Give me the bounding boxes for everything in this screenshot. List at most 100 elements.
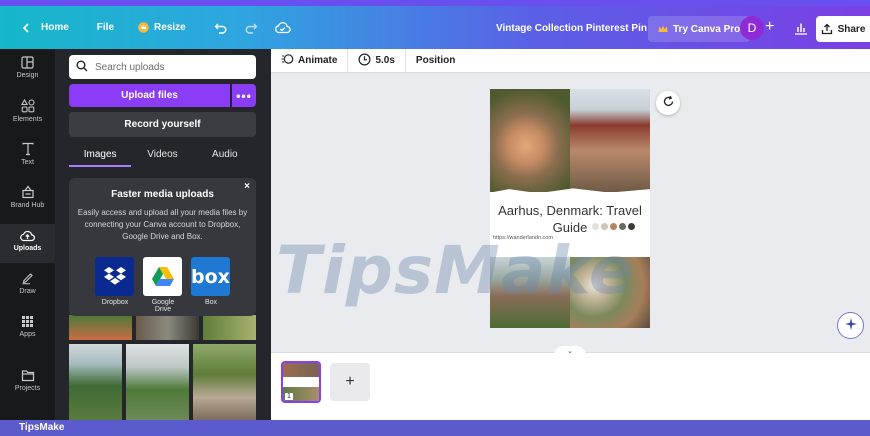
crown-icon [138,22,149,33]
undo-icon [214,22,228,34]
sidebar-item-label: Design [16,72,39,79]
dropbox-connect[interactable]: Dropbox [95,257,135,306]
resize-label: Resize [154,22,186,33]
palette-swatch [619,223,626,230]
sidebar-item-uploads[interactable]: Uploads [0,224,55,263]
sidebar-item-label: Uploads [13,245,42,252]
position-label: Position [415,55,456,66]
layout-icon [21,56,34,69]
avatar[interactable]: D [740,16,764,40]
photo-food [570,257,650,328]
palette-swatch [628,223,635,230]
regenerate-button[interactable] [656,91,680,115]
footer-label: TipsMake [19,422,65,433]
document-title[interactable]: Vintage Collection Pinterest Pin [496,23,647,34]
sidebar-item-text[interactable]: Text [0,142,55,178]
redo-button[interactable] [236,13,266,43]
box-icon: box [191,257,230,296]
redo-icon [244,22,258,34]
invite-plus-icon[interactable]: + [765,18,774,36]
search-input[interactable] [95,61,245,73]
plus-icon: + [345,373,355,390]
cloud-save-button[interactable] [266,13,299,43]
insights-button[interactable] [790,16,812,40]
folder-icon [21,370,34,382]
cloud-upload-icon [20,230,35,242]
animate-icon [281,53,294,68]
refresh-icon [662,95,675,111]
clock-icon [358,52,371,69]
magic-assistant-button[interactable] [837,312,864,339]
upload-thumbnail[interactable] [136,315,199,340]
pages-bar: ⌄ 1 + [271,346,870,420]
design-page[interactable]: Aarhus, Denmark: Travel Guide https://wa… [490,89,650,328]
collapse-pages-button[interactable]: ⌄ [554,346,586,356]
editor-toolbar: Animate 5.0s Position [271,48,870,73]
sidebar-item-brand-hub[interactable]: Brand Hub [0,185,55,221]
sidebar-item-design[interactable]: Design [0,56,55,92]
sidebar-item-label: Brand Hub [10,202,45,209]
pin-url: https://wanderlandn.com [493,235,553,241]
add-page-button[interactable]: + [330,363,370,401]
popup-title: Faster media uploads [111,189,214,200]
duration-button[interactable]: 5.0s [348,48,406,73]
share-upload-icon [821,23,833,35]
avatar-initial: D [747,21,757,35]
tab-videos[interactable]: Videos [131,145,193,167]
upload-thumbnail[interactable] [203,315,256,340]
sidebar-item-label: Projects [14,385,41,392]
shapes-icon [20,99,35,113]
sidebar-item-label: Apps [19,331,36,338]
upload-thumbnail[interactable] [69,315,132,340]
file-label: File [96,22,115,33]
upload-thumbnail[interactable] [193,344,256,420]
palette-swatch [592,223,599,230]
sparkle-icon [844,317,858,334]
pin-title[interactable]: Aarhus, Denmark: Travel Guide [490,202,650,236]
sidebar-item-elements[interactable]: Elements [0,99,55,135]
google-drive-label: Google Drive [151,299,175,313]
bar-chart-icon [794,21,808,35]
thumb-photo [283,363,319,377]
google-drive-icon [143,257,182,296]
chevron-left-icon [22,22,30,33]
upload-files-button[interactable]: Upload files [69,84,230,107]
upload-more-button[interactable]: ••• [232,84,256,107]
share-button[interactable]: Share [816,16,870,42]
tab-images[interactable]: Images [69,145,132,167]
uploads-panel: Upload files ••• Record yourself Images … [55,49,271,420]
tab-audio[interactable]: Audio [194,145,256,167]
box-label: Box [204,299,218,306]
try-canva-pro-button[interactable]: Try Canva Pro [648,16,751,42]
pen-icon [21,273,33,285]
home-button[interactable]: Home [14,13,77,43]
animate-button[interactable]: Animate [271,48,349,73]
box-connect[interactable]: box Box [191,257,231,306]
chevron-down-icon: ⌄ [567,348,573,355]
cloud-storage-popup: × Faster media uploads Easily access and… [69,178,256,316]
upload-thumbnail[interactable] [69,344,122,420]
google-drive-connect[interactable]: Google Drive [143,257,183,313]
sidebar-item-apps[interactable]: Apps [0,315,55,351]
resize-button[interactable]: Resize [130,13,194,43]
search-box[interactable] [69,55,256,79]
sidebar-item-projects[interactable]: Projects [0,369,55,405]
animate-label: Animate [298,55,338,66]
upload-files-label: Upload files [121,90,178,101]
share-label: Share [837,23,866,35]
file-menu[interactable]: File [89,13,122,43]
position-button[interactable]: Position [406,49,465,73]
record-label: Record yourself [124,119,201,130]
cloud-check-icon [274,21,291,34]
photo-street [570,89,650,192]
page-thumbnail[interactable]: 1 [281,361,321,403]
undo-button[interactable] [206,13,236,43]
try-pro-label: Try Canva Pro [673,23,741,35]
record-yourself-button[interactable]: Record yourself [69,112,256,137]
sidebar-item-draw[interactable]: Draw [0,271,55,307]
footer-bar: TipsMake [0,420,870,436]
upload-thumbnail[interactable] [126,344,189,420]
sidebar-item-label: Elements [12,116,43,123]
media-tabs: Images Videos Audio [69,145,256,167]
editor-workarea: Animate 5.0s Position Aarhus, Denmark: T… [271,48,870,420]
